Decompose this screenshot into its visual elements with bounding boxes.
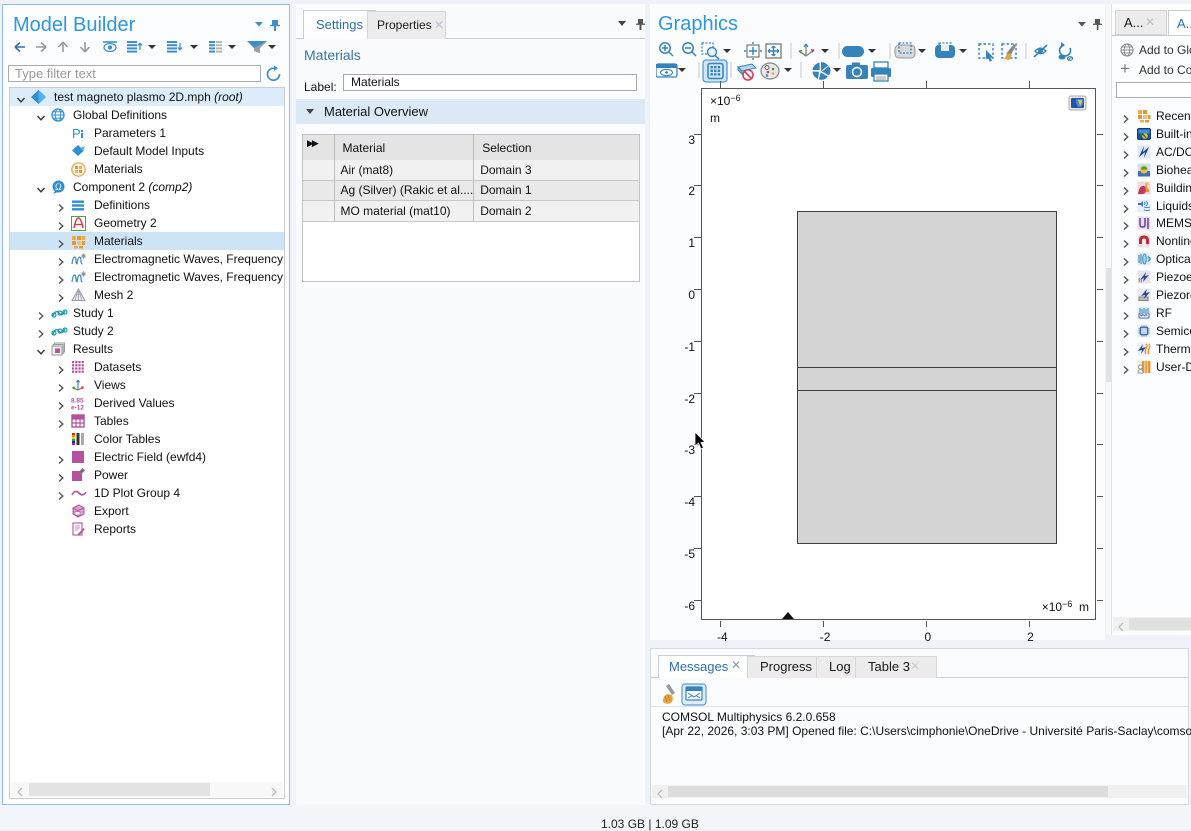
- svg-text:Ω: Ω: [55, 182, 62, 192]
- svg-text:P: P: [72, 126, 81, 140]
- svg-text:8.85: 8.85: [71, 398, 84, 405]
- svg-text:e-12: e-12: [71, 405, 84, 411]
